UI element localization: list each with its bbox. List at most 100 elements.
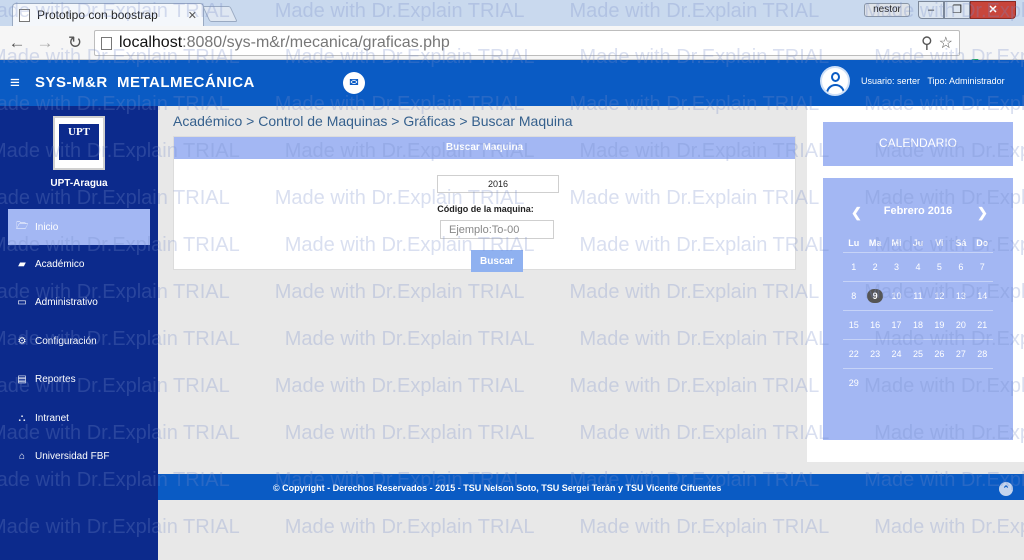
sidebar-item-reportes[interactable]: ▤ Reportes bbox=[0, 361, 158, 400]
calendar-day[interactable]: 4 bbox=[907, 251, 929, 281]
window-user-badge[interactable]: nestor bbox=[864, 3, 910, 17]
back-arrow-icon[interactable]: ← bbox=[6, 32, 28, 54]
scroll-top-icon[interactable]: ⌃ bbox=[999, 482, 1013, 496]
sidebar-item-academico[interactable]: ▰ Académico bbox=[0, 245, 158, 284]
calendar-day-number: 26 bbox=[934, 348, 945, 359]
sidebar-item-configuracion[interactable]: ⚙ Configuración bbox=[0, 322, 158, 361]
reload-icon[interactable]: ↻ bbox=[64, 32, 86, 54]
watermark-text: Made with Dr.Explain TRIAL bbox=[284, 516, 535, 538]
calendar-day-number: 15 bbox=[848, 319, 859, 330]
calendar-day-number: 23 bbox=[870, 348, 881, 359]
url-path: :8080/sys-m&r/mecanica/graficas.php bbox=[182, 34, 450, 51]
sidebar-item-administrativo[interactable]: ▭ Administrativo bbox=[0, 284, 158, 323]
calendar-header: CALENDARIO bbox=[823, 122, 1013, 166]
university-logo: UPT bbox=[53, 116, 105, 170]
calendar-day[interactable]: 9 bbox=[864, 280, 886, 310]
calendar-day[interactable]: 13 bbox=[950, 280, 972, 310]
weekday-label: Ma bbox=[868, 237, 882, 248]
page-icon bbox=[101, 36, 112, 50]
sidebar-item-inicio[interactable]: 🗁 Inicio bbox=[8, 209, 150, 245]
sidebar-item-universidad-fbf[interactable]: ⌂ Universidad FBF bbox=[0, 438, 158, 477]
calendar-nav: ❮ Febrero 2016 ❯ bbox=[823, 205, 1013, 221]
tab-close-icon[interactable]: ✕ bbox=[188, 9, 197, 22]
calendar-day-number: 11 bbox=[913, 290, 923, 301]
bookmark-star-icon[interactable]: ☆ bbox=[939, 33, 953, 53]
watermark-text: Made with Dr.Explain TRIAL bbox=[579, 516, 830, 538]
panel-title: Buscar Maquina bbox=[174, 137, 795, 159]
calendar-day[interactable]: 19 bbox=[928, 309, 951, 339]
calendar-day[interactable]: 12 bbox=[928, 280, 951, 310]
calendar-day[interactable]: 15 bbox=[843, 309, 865, 339]
chevron-right-icon[interactable]: ❯ bbox=[977, 205, 988, 221]
user-avatar-icon[interactable] bbox=[820, 66, 850, 96]
page-icon bbox=[19, 8, 30, 22]
zoom-icon[interactable]: ⚲ bbox=[921, 33, 933, 53]
weekday-label: Vi bbox=[935, 237, 944, 248]
minimize-button[interactable]: – bbox=[918, 1, 944, 19]
calendar-day[interactable]: 1 bbox=[843, 251, 865, 281]
calendar-day-number: 21 bbox=[977, 319, 988, 330]
calendar-day[interactable]: 23 bbox=[864, 338, 886, 368]
calendar-empty-cell bbox=[907, 367, 929, 397]
browser-tab[interactable]: Prototipo con boostrap ✕ bbox=[12, 3, 204, 26]
sidebar-item-intranet[interactable]: ⛬ Intranet bbox=[0, 399, 158, 438]
sitemap-icon: ⛬ bbox=[18, 412, 26, 424]
calendar-day-number: 28 bbox=[977, 348, 988, 359]
calendar-day[interactable]: 10 bbox=[885, 280, 908, 310]
sidebar-item-label: Administrativo bbox=[35, 297, 98, 309]
calendar-day[interactable]: 7 bbox=[971, 251, 993, 281]
calendar-day[interactable]: 5 bbox=[928, 251, 951, 281]
calendar-day[interactable]: 8 bbox=[843, 280, 865, 310]
calendar-day[interactable]: 2 bbox=[864, 251, 886, 281]
app-brand[interactable]: SYS-M&R METALMECÁNICA bbox=[35, 74, 255, 91]
calendar: ❮ Febrero 2016 ❯ Lu Ma Mi Ju Vi Sá Do 12… bbox=[823, 178, 1013, 440]
calendar-day[interactable]: 26 bbox=[928, 338, 951, 368]
weekday-label: Do bbox=[976, 237, 989, 248]
close-window-button[interactable]: ✕ bbox=[970, 1, 1016, 19]
maximize-button[interactable]: ❐ bbox=[944, 1, 970, 19]
calendar-day[interactable]: 17 bbox=[885, 309, 908, 339]
calendar-day[interactable]: 25 bbox=[907, 338, 929, 368]
forward-arrow-icon[interactable]: → bbox=[34, 32, 56, 54]
sidebar-item-label: Inicio bbox=[35, 221, 59, 233]
watermark-text: Made with Dr.Explain TRIAL bbox=[579, 422, 830, 444]
watermark-text: Made with Dr.Explain TRIAL bbox=[284, 422, 535, 444]
footer: © Copyright - Derechos Reservados - 2015… bbox=[158, 474, 1024, 500]
calendar-day[interactable]: 27 bbox=[950, 338, 972, 368]
calendar-day-number: 17 bbox=[891, 319, 902, 330]
calendar-day[interactable]: 20 bbox=[950, 309, 972, 339]
calendar-day[interactable]: 29 bbox=[843, 367, 865, 397]
breadcrumb[interactable]: Académico > Control de Maquinas > Gráfic… bbox=[173, 113, 573, 129]
document-icon: ▤ bbox=[17, 374, 27, 386]
search-button[interactable]: Buscar bbox=[471, 250, 523, 272]
calendar-day[interactable]: 22 bbox=[843, 338, 865, 368]
calendar-empty-cell bbox=[950, 367, 972, 397]
weekday-label: Ju bbox=[912, 237, 924, 248]
calendar-day[interactable]: 11 bbox=[907, 280, 929, 310]
calendar-day-number: 1 bbox=[851, 261, 857, 272]
calendar-day[interactable]: 6 bbox=[950, 251, 972, 281]
sidebar: UPT UPT-Aragua 🗁 Inicio ▰ Académico ▭ Ad… bbox=[0, 106, 158, 560]
hamburger-menu-icon[interactable]: ≡ bbox=[10, 74, 20, 91]
calendar-day[interactable]: 28 bbox=[971, 338, 993, 368]
calendar-day-number: 5 bbox=[936, 261, 942, 272]
calendar-day[interactable]: 18 bbox=[907, 309, 929, 339]
envelope-icon[interactable]: ✉ bbox=[343, 72, 365, 94]
machine-code-input[interactable] bbox=[440, 220, 554, 239]
calendar-day-number: 18 bbox=[912, 319, 923, 330]
calendar-day-number: 7 bbox=[979, 261, 985, 272]
org-name: UPT-Aragua bbox=[50, 178, 108, 189]
copyright-text: © Copyright - Derechos Reservados - 2015… bbox=[273, 483, 722, 493]
calendar-day[interactable]: 21 bbox=[971, 309, 993, 339]
calendar-day-number: 13 bbox=[955, 290, 966, 301]
address-bar[interactable]: localhost:8080/sys-m&r/mecanica/graficas… bbox=[94, 30, 960, 56]
calendar-day[interactable]: 3 bbox=[885, 251, 908, 281]
calendar-day[interactable]: 16 bbox=[864, 309, 886, 339]
year-input[interactable] bbox=[437, 175, 559, 193]
calendar-day[interactable]: 14 bbox=[971, 280, 993, 310]
new-tab-button[interactable] bbox=[202, 6, 238, 22]
calendar-empty-cell bbox=[885, 367, 908, 397]
calendar-day[interactable]: 24 bbox=[885, 338, 908, 368]
calendar-day-number: 10 bbox=[891, 290, 902, 301]
calendar-grid: Lu Ma Mi Ju Vi Sá Do 1 2 3 4 5 6 7 8 9 10 11 12 13 14… bbox=[843, 234, 993, 397]
